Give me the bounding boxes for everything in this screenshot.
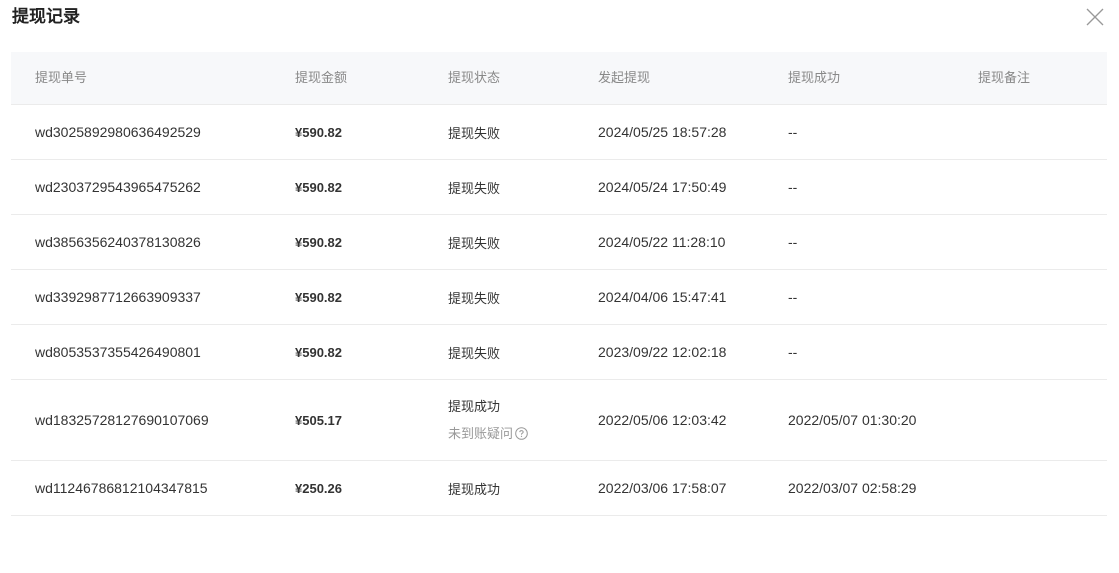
order-no: wd18325728127690107069 — [35, 412, 209, 428]
status: 提现失败 — [448, 235, 501, 251]
amount: ¥590.82 — [295, 289, 342, 305]
header-succeeded: 提现成功 — [788, 70, 841, 85]
order-no: wd2303729543965475262 — [35, 179, 201, 195]
status: 提现成功 — [448, 481, 501, 497]
succeeded-time: -- — [788, 289, 798, 305]
withdrawal-records-table: 提现单号 提现金额 提现状态 发起提现 提现成功 提现备注 wd30258929… — [11, 52, 1107, 516]
initiated-time: 2024/04/06 15:47:41 — [598, 289, 727, 305]
succeeded-time: -- — [788, 344, 798, 360]
table-row: wd3025892980636492529 ¥590.82 提现失败 2024/… — [11, 105, 1107, 160]
initiated-time: 2022/05/06 12:03:42 — [598, 412, 727, 428]
table-row: wd2303729543965475262 ¥590.82 提现失败 2024/… — [11, 160, 1107, 215]
table-row: wd8053537355426490801 ¥590.82 提现失败 2023/… — [11, 325, 1107, 380]
amount: ¥590.82 — [295, 179, 342, 195]
order-no: wd3856356240378130826 — [35, 234, 201, 250]
table-row: wd18325728127690107069 ¥505.17 提现成功 未到账疑… — [11, 380, 1107, 461]
amount: ¥590.82 — [295, 234, 342, 250]
initiated-time: 2022/03/06 17:58:07 — [598, 480, 727, 496]
header-order-no: 提现单号 — [35, 70, 88, 85]
status: 提现失败 — [448, 180, 501, 196]
question-circle-icon[interactable] — [515, 427, 528, 440]
header-status: 提现状态 — [448, 70, 501, 85]
status: 提现失败 — [448, 290, 501, 306]
succeeded-time: -- — [788, 179, 798, 195]
dialog-title: 提现记录 — [12, 7, 80, 26]
order-no: wd3025892980636492529 — [35, 124, 201, 140]
succeeded-time: 2022/05/07 01:30:20 — [788, 412, 917, 428]
status: 提现失败 — [448, 125, 501, 141]
amount: ¥250.26 — [295, 480, 342, 496]
initiated-time: 2024/05/22 11:28:10 — [598, 234, 726, 250]
header-initiated: 发起提现 — [598, 70, 651, 85]
table-header: 提现单号 提现金额 提现状态 发起提现 提现成功 提现备注 — [11, 52, 1107, 105]
status-cell: 提现成功 未到账疑问 — [448, 380, 528, 460]
order-no: wd3392987712663909337 — [35, 289, 201, 305]
status: 提现成功 — [448, 398, 501, 414]
not-received-inquiry-link[interactable]: 未到账疑问 — [448, 425, 528, 443]
order-no: wd8053537355426490801 — [35, 344, 201, 360]
not-received-inquiry-label: 未到账疑问 — [448, 425, 514, 441]
close-icon[interactable] — [1082, 4, 1108, 30]
table-row: wd11246786812104347815 ¥250.26 提现成功 2022… — [11, 461, 1107, 516]
status: 提现失败 — [448, 345, 501, 361]
succeeded-time: -- — [788, 234, 798, 250]
initiated-time: 2024/05/25 18:57:28 — [598, 124, 727, 140]
table-row: wd3392987712663909337 ¥590.82 提现失败 2024/… — [11, 270, 1107, 325]
header-remark: 提现备注 — [978, 70, 1031, 85]
initiated-time: 2024/05/24 17:50:49 — [598, 179, 727, 195]
table-row: wd3856356240378130826 ¥590.82 提现失败 2024/… — [11, 215, 1107, 270]
amount: ¥505.17 — [295, 412, 342, 428]
amount: ¥590.82 — [295, 124, 342, 140]
succeeded-time: -- — [788, 124, 798, 140]
order-no: wd11246786812104347815 — [35, 480, 208, 496]
succeeded-time: 2022/03/07 02:58:29 — [788, 480, 917, 496]
amount: ¥590.82 — [295, 344, 342, 360]
header-amount: 提现金额 — [295, 70, 348, 85]
initiated-time: 2023/09/22 12:02:18 — [598, 344, 727, 360]
